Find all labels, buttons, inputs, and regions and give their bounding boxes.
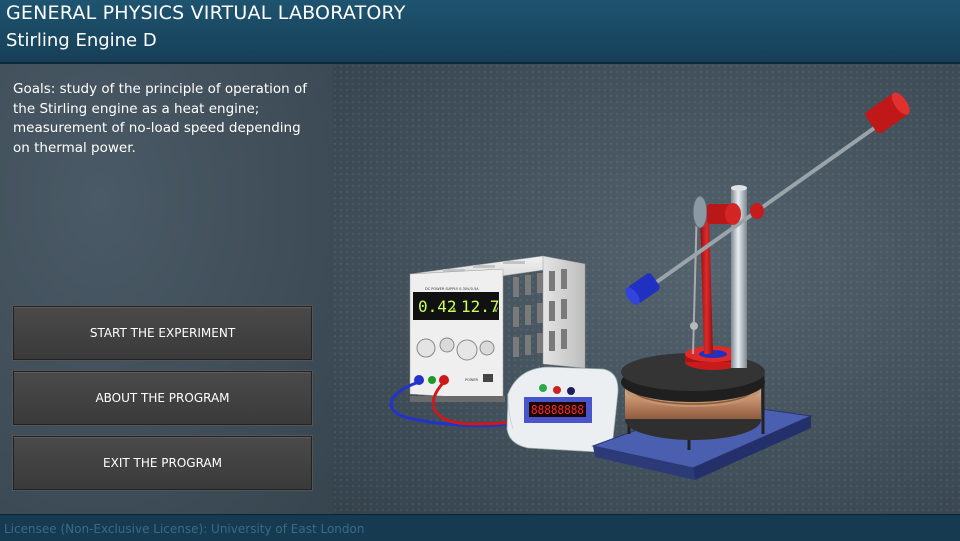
blue-counterweight[interactable] — [623, 272, 662, 307]
voltage-display: 0.42 — [418, 297, 457, 316]
navy-button[interactable] — [567, 387, 575, 395]
green-button[interactable] — [539, 384, 547, 392]
red-button[interactable] — [553, 386, 561, 394]
about-program-button[interactable]: ABOUT THE PROGRAM — [13, 371, 312, 425]
license-text: Licensee (Non-Exclusive License): Univer… — [4, 522, 365, 536]
voltage-knob[interactable] — [456, 339, 478, 361]
app-title: GENERAL PHYSICS VIRTUAL LABORATORY — [6, 2, 406, 24]
title-bar: GENERAL PHYSICS VIRTUAL LABORATORY Stirl… — [0, 0, 960, 64]
start-experiment-button[interactable]: START THE EXPERIMENT — [13, 306, 312, 360]
fine-current-knob[interactable] — [439, 337, 455, 353]
power-supply-label: DC POWER SUPPLY 0-30V/0-5A — [425, 287, 479, 291]
experiment-scene: DC POWER SUPPLY 0-30V/0-5A 0.42 A 12.7 V… — [389, 92, 910, 480]
speed-display: 88888888 — [531, 403, 584, 417]
exit-program-button[interactable]: EXIT THE PROGRAM — [13, 436, 312, 490]
power-label: POWER — [465, 378, 479, 382]
fine-voltage-knob[interactable] — [479, 340, 495, 356]
experiment-title: Stirling Engine D — [6, 30, 157, 51]
speed-meter: 88888888 — [506, 366, 619, 453]
status-bar: Licensee (Non-Exclusive License): Univer… — [0, 514, 960, 541]
goals-text: Goals: study of the principle of operati… — [13, 81, 308, 156]
current-knob[interactable] — [416, 338, 436, 358]
power-switch[interactable] — [483, 374, 493, 382]
ground-terminal[interactable] — [428, 376, 436, 384]
connecting-rod — [700, 214, 713, 354]
balance-arm — [649, 122, 882, 288]
stirling-engine — [591, 92, 910, 480]
